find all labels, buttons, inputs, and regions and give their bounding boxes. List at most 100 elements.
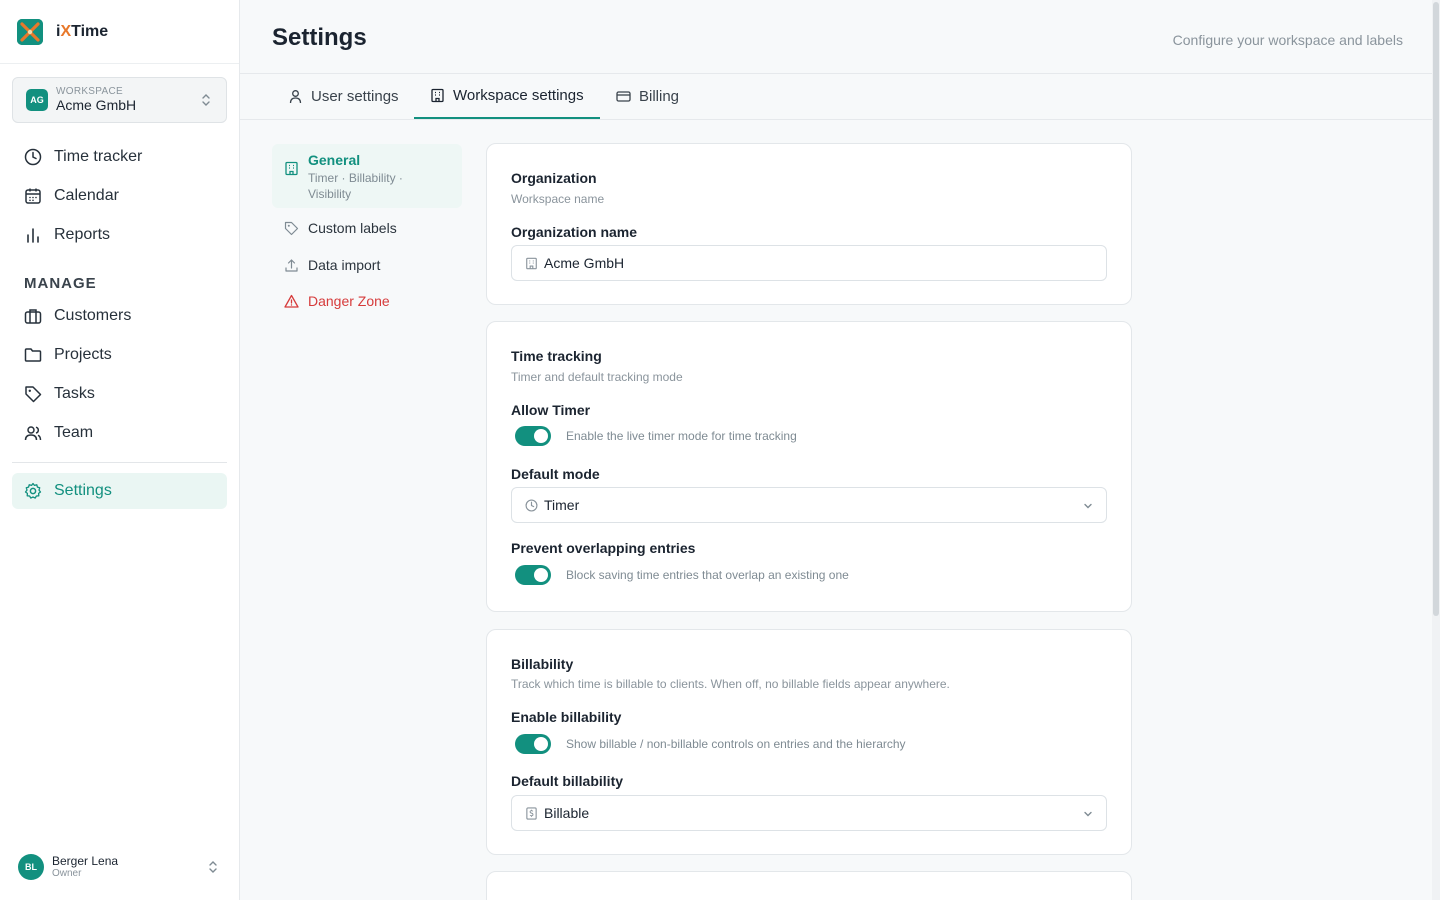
enable-billability-toggle[interactable] — [515, 734, 551, 754]
nav-label: Settings — [54, 482, 112, 499]
app-logo-icon — [17, 18, 43, 45]
subnav-general[interactable]: General Timer · Billability · Visibility — [272, 144, 462, 208]
building-icon — [430, 88, 445, 103]
allow-timer-toggle[interactable] — [515, 426, 551, 446]
bar-chart-icon — [24, 226, 42, 244]
nav-label: Calendar — [54, 187, 119, 204]
settings-tabs: User settings Workspace settings Billing — [240, 74, 1432, 120]
card-title: Organization — [511, 170, 597, 186]
tab-workspace-settings[interactable]: Workspace settings — [414, 74, 600, 119]
default-billability-select[interactable]: Billable — [511, 795, 1107, 831]
manage-section-title: MANAGE — [24, 275, 97, 292]
clock-icon — [24, 148, 42, 166]
page-header: Settings Configure your workspace and la… — [240, 0, 1432, 74]
chevron-up-down-icon — [200, 92, 212, 113]
card-title: Billability — [511, 656, 574, 672]
nav-item-reports[interactable]: Reports — [12, 217, 227, 253]
user-role: Owner — [52, 868, 82, 879]
tab-billing[interactable]: Billing — [600, 74, 695, 119]
nav-label: Customers — [54, 307, 132, 324]
nav-item-customers[interactable]: Customers — [12, 298, 227, 334]
chevron-down-icon — [1082, 807, 1094, 823]
organization-name-label: Organization name — [511, 224, 638, 240]
time-tracking-card: Time tracking Timer and default tracking… — [486, 321, 1132, 612]
allow-timer-description: Enable the live timer mode for time trac… — [566, 429, 797, 443]
tag-icon — [284, 221, 300, 239]
workspace-avatar: AG — [26, 89, 48, 111]
tag-icon — [24, 385, 42, 403]
subnav-data-import[interactable]: Data import — [272, 257, 462, 276]
nav-item-team[interactable]: Team — [12, 415, 227, 451]
nav-item-time-tracker[interactable]: Time tracker — [12, 139, 227, 175]
subnav-label: Data import — [308, 257, 381, 273]
enable-billability-label: Enable billability — [511, 709, 622, 725]
subnav-danger-zone[interactable]: Danger Zone — [272, 293, 462, 312]
card-title: Time tracking — [511, 348, 602, 364]
subnav-label: General — [308, 152, 361, 168]
organization-card: Organization Workspace name Organization… — [486, 143, 1132, 305]
brand[interactable]: iXTime — [0, 0, 239, 64]
subnav-label: Danger Zone — [308, 293, 390, 309]
user-menu[interactable]: BL Berger Lena Owner — [18, 852, 223, 882]
sidebar: iXTime AG WORKSPACE Acme GmbH Time track… — [0, 0, 240, 900]
nav-label: Time tracker — [54, 148, 143, 165]
workspace-name: Acme GmbH — [56, 97, 137, 113]
gear-icon — [24, 482, 42, 500]
default-mode-label: Default mode — [511, 466, 600, 482]
card-subtitle: Track which time is billable to clients.… — [511, 677, 950, 691]
enable-billability-description: Show billable / non-billable controls on… — [566, 737, 906, 751]
nav-item-calendar[interactable]: Calendar — [12, 178, 227, 214]
nav-label: Team — [54, 424, 94, 441]
user-icon — [288, 89, 303, 104]
nav-label: Projects — [54, 346, 112, 363]
prevent-overlap-description: Block saving time entries that overlap a… — [566, 568, 849, 582]
tab-label: Billing — [639, 88, 680, 105]
scrollbar[interactable] — [1432, 0, 1440, 900]
organization-name-value: Acme GmbH — [544, 255, 625, 271]
prevent-overlap-toggle[interactable] — [515, 565, 551, 585]
tab-user-settings[interactable]: User settings — [272, 74, 415, 119]
chevron-up-down-icon — [207, 859, 219, 880]
allow-timer-label: Allow Timer — [511, 402, 591, 418]
nav-item-projects[interactable]: Projects — [12, 337, 227, 373]
enable-billability-row: Show billable / non-billable controls on… — [515, 734, 906, 754]
invoice-dollar-icon — [525, 806, 538, 820]
default-mode-value: Timer — [544, 497, 580, 513]
nav-divider — [12, 462, 227, 463]
building-icon — [284, 161, 300, 179]
calendar-icon — [24, 187, 42, 205]
next-settings-card — [486, 871, 1132, 900]
nav-label: Tasks — [54, 385, 95, 402]
clock-icon — [525, 499, 538, 512]
scrollbar-thumb[interactable] — [1433, 2, 1439, 616]
chevron-down-icon — [1082, 499, 1094, 515]
avatar: BL — [18, 854, 44, 880]
page-title: Settings — [272, 24, 367, 51]
prevent-overlap-label: Prevent overlapping entries — [511, 540, 696, 556]
briefcase-icon — [24, 307, 42, 325]
tab-label: Workspace settings — [453, 87, 584, 104]
page-subtitle: Configure your workspace and labels — [1172, 32, 1403, 48]
billability-card: Billability Track which time is billable… — [486, 629, 1132, 855]
nav-label: Reports — [54, 226, 111, 243]
nav-item-tasks[interactable]: Tasks — [12, 376, 227, 412]
card-subtitle: Workspace name — [511, 192, 605, 206]
allow-timer-row: Enable the live timer mode for time trac… — [515, 426, 797, 446]
building-icon — [525, 257, 538, 270]
default-billability-label: Default billability — [511, 773, 624, 789]
users-icon — [24, 424, 42, 442]
warning-icon — [284, 294, 300, 312]
subnav-custom-labels[interactable]: Custom labels — [272, 220, 462, 239]
default-billability-value: Billable — [544, 805, 590, 821]
subnav-description: Timer · Billability · Visibility — [308, 171, 403, 201]
subnav-label: Custom labels — [308, 220, 397, 236]
nav-item-settings[interactable]: Settings — [12, 473, 227, 509]
workspace-switcher[interactable]: AG WORKSPACE Acme GmbH — [12, 77, 227, 123]
credit-card-icon — [616, 89, 631, 104]
default-mode-select[interactable]: Timer — [511, 487, 1107, 523]
card-subtitle: Timer and default tracking mode — [511, 370, 683, 384]
tab-label: User settings — [311, 88, 399, 105]
organization-name-field[interactable]: Acme GmbH — [511, 245, 1107, 281]
user-name: Berger Lena — [52, 854, 119, 868]
workspace-caption: WORKSPACE — [56, 86, 123, 97]
